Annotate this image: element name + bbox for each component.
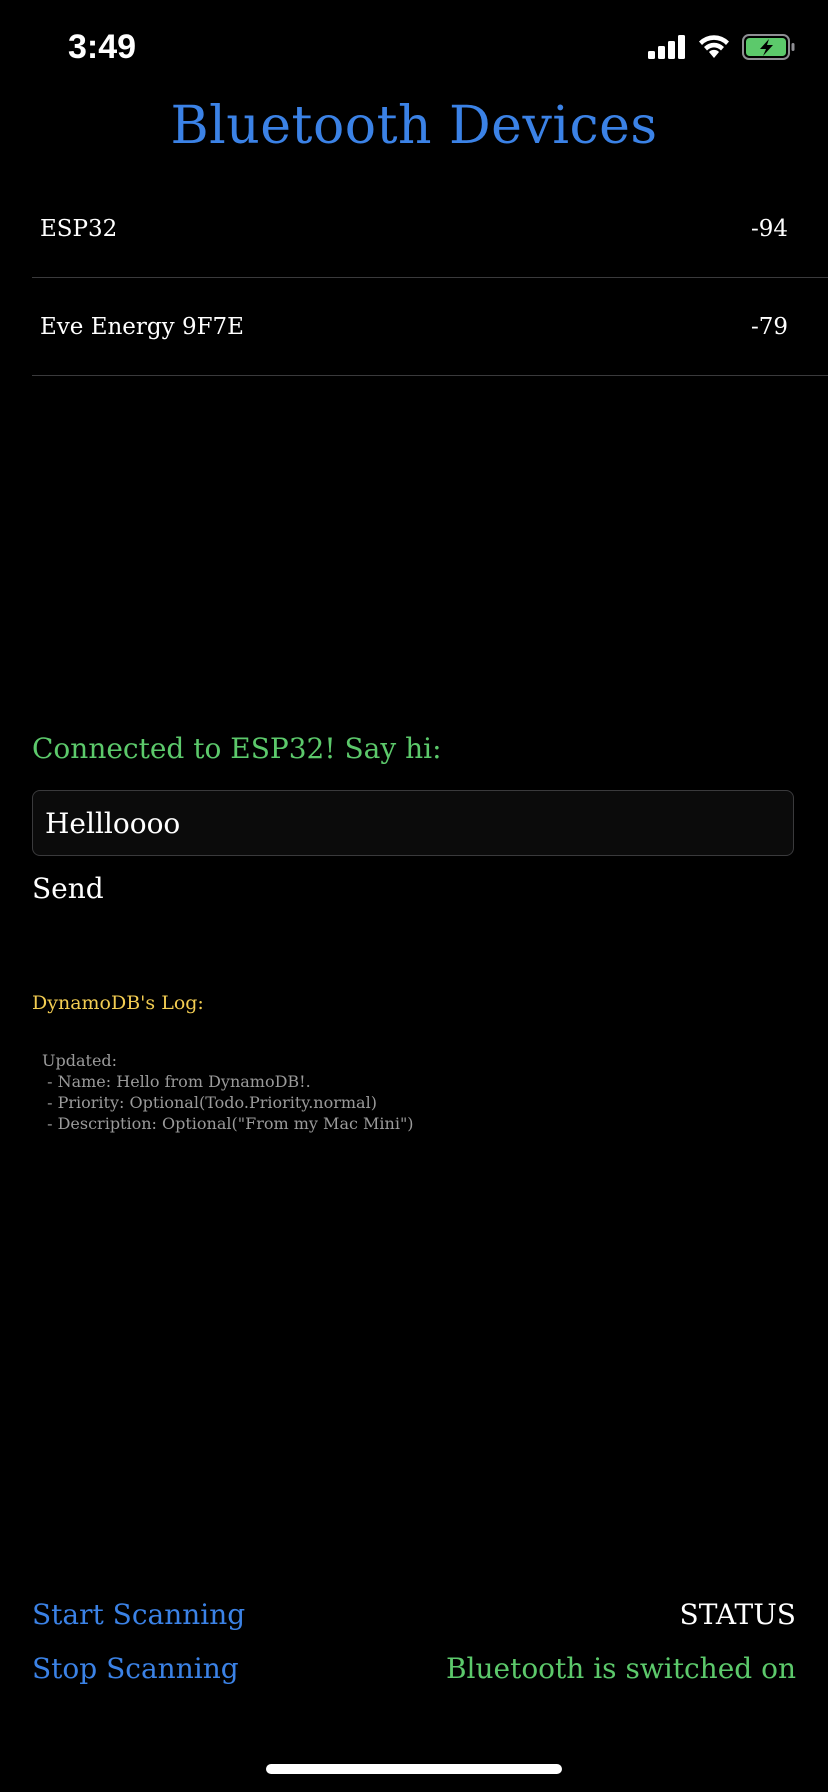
start-scanning-button[interactable]: Start Scanning xyxy=(32,1598,245,1631)
device-list: ESP32 -94 Eve Energy 9F7E -79 xyxy=(32,180,828,376)
battery-charging-icon xyxy=(742,34,796,64)
send-button[interactable]: Send xyxy=(32,872,104,905)
status-icons xyxy=(648,34,796,64)
device-rssi: -94 xyxy=(750,215,788,242)
device-rssi: -79 xyxy=(750,313,788,340)
stop-scanning-button[interactable]: Stop Scanning xyxy=(32,1652,239,1685)
wifi-icon xyxy=(698,35,730,63)
device-name: ESP32 xyxy=(40,215,118,242)
status-bar: 3:49 xyxy=(0,0,828,100)
log-body: Updated: - Name: Hello from DynamoDB!. -… xyxy=(42,1051,414,1133)
device-row-esp32[interactable]: ESP32 -94 xyxy=(32,180,828,278)
status-label: STATUS xyxy=(679,1598,796,1631)
home-indicator[interactable] xyxy=(266,1764,562,1774)
device-row-eve-energy[interactable]: Eve Energy 9F7E -79 xyxy=(32,278,828,376)
connection-message: Connected to ESP32! Say hi: xyxy=(32,732,442,765)
log-title: DynamoDB's Log: xyxy=(32,992,204,1014)
page-title: Bluetooth Devices xyxy=(170,96,658,156)
message-input[interactable] xyxy=(32,790,794,856)
status-time: 3:49 xyxy=(68,28,137,66)
bluetooth-status: Bluetooth is switched on xyxy=(445,1652,796,1685)
device-name: Eve Energy 9F7E xyxy=(40,313,244,340)
cellular-signal-icon xyxy=(648,35,686,63)
